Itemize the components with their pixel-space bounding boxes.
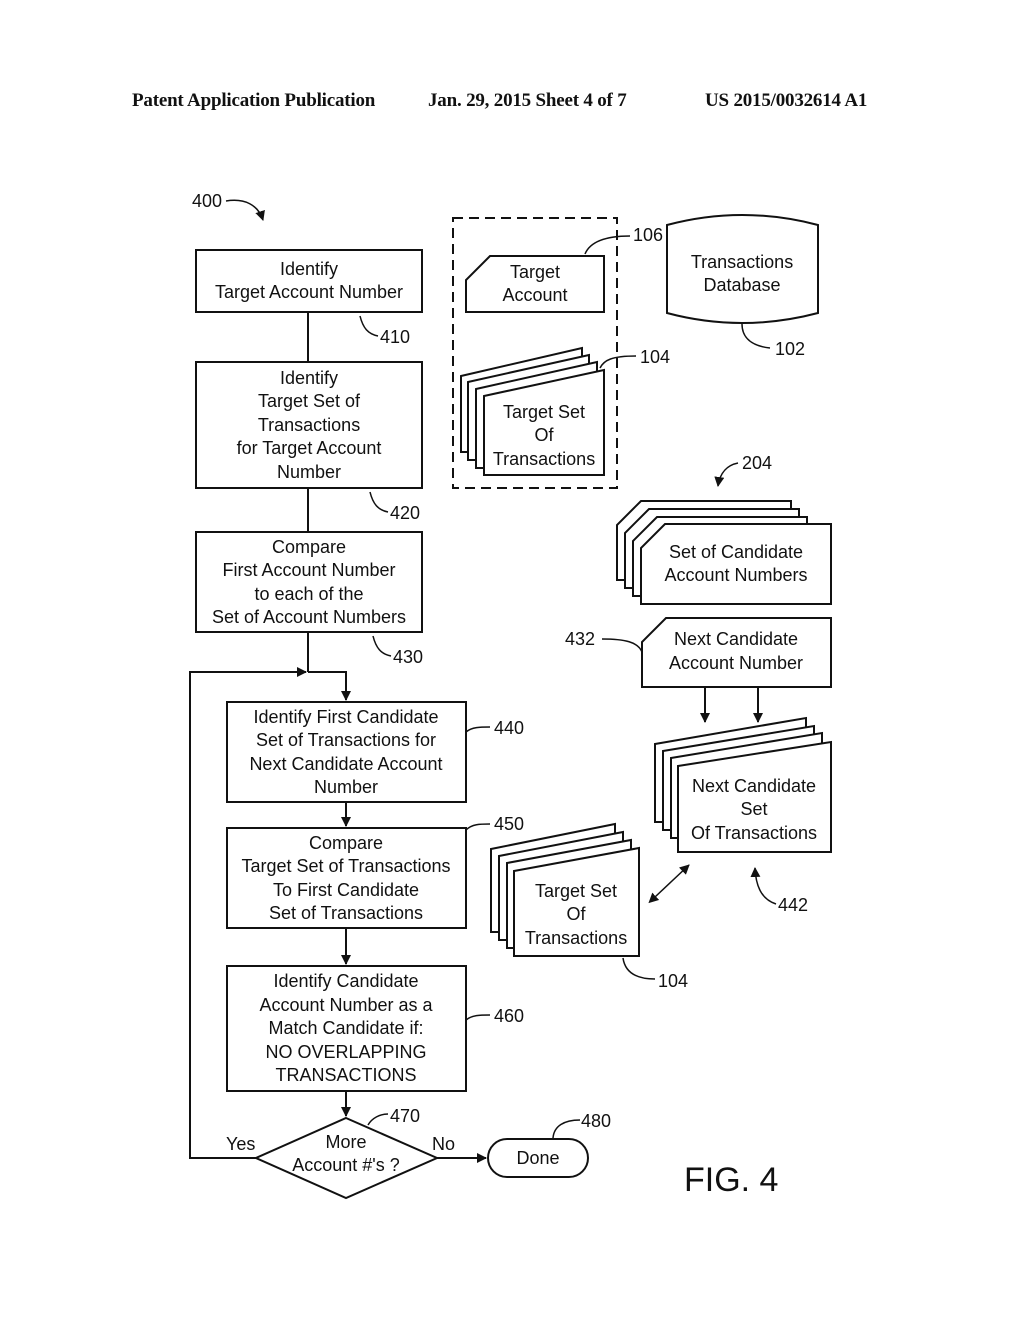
- next-candidate-account-line-1: Next Candidate: [674, 629, 798, 649]
- step-460-line-5: TRANSACTIONS: [275, 1065, 416, 1085]
- target-set-bottom-line-3: Transactions: [525, 928, 627, 948]
- compare-double-arrow: [648, 864, 690, 904]
- terminal-480-done: Done: [487, 1138, 589, 1178]
- next-candidate-set-line-2: Set: [740, 799, 767, 819]
- step-440-line-1: Identify First Candidate: [253, 707, 438, 727]
- database-line-2: Database: [703, 275, 780, 295]
- step-460-line-2: Account Number as a: [259, 995, 433, 1015]
- ref-442: 442: [778, 895, 808, 915]
- next-candidate-set-line-3: Of Transactions: [691, 823, 817, 843]
- candidate-accounts-line-2: Account Numbers: [664, 565, 807, 585]
- yes-label: Yes: [226, 1134, 255, 1154]
- ref-104-bottom: 104: [658, 971, 688, 991]
- ref-450: 450: [494, 814, 524, 834]
- step-420-line-4: for Target Account: [237, 438, 382, 458]
- step-430-line-1: Compare: [272, 537, 346, 557]
- ref-440: 440: [494, 718, 524, 738]
- target-account-line-1: Target: [510, 262, 560, 282]
- step-440-line-4: Number: [314, 777, 378, 797]
- ref-400: 400: [192, 191, 222, 211]
- next-candidate-set-transactions: Next Candidate Set Of Transactions: [654, 716, 832, 853]
- ref-480: 480: [581, 1111, 611, 1131]
- target-set-top-line-1: Target Set: [503, 402, 585, 422]
- step-430-line-4: Set of Account Numbers: [212, 607, 406, 627]
- ref-470: 470: [390, 1106, 420, 1126]
- step-410-box: Identify Target Account Number: [195, 249, 423, 313]
- step-410-line-2: Target Account Number: [215, 282, 403, 302]
- step-420-line-5: Number: [277, 462, 341, 482]
- figure-label: FIG. 4: [684, 1161, 778, 1199]
- done-label: Done: [516, 1148, 559, 1168]
- step-430-box: Compare First Account Number to each of …: [195, 531, 423, 633]
- step-460-line-3: Match Candidate if:: [268, 1018, 423, 1038]
- step-420-line-1: Identify: [280, 368, 338, 388]
- ref-460: 460: [494, 1006, 524, 1026]
- ref-104-top: 104: [640, 347, 670, 367]
- ref-410: 410: [380, 327, 410, 347]
- step-450-line-3: To First Candidate: [273, 880, 419, 900]
- step-440-line-3: Next Candidate Account: [249, 754, 442, 774]
- step-440-box: Identify First Candidate Set of Transact…: [226, 701, 467, 803]
- transactions-database: Transactions Database: [666, 214, 819, 324]
- target-set-bottom-line-1: Target Set: [535, 881, 617, 901]
- candidate-accounts-line-1: Set of Candidate: [669, 542, 803, 562]
- step-440-line-2: Set of Transactions for: [256, 730, 436, 750]
- step-430-line-3: to each of the: [254, 584, 363, 604]
- no-label: No: [432, 1134, 455, 1154]
- ref-432: 432: [565, 629, 595, 649]
- ref-400-arrow: [225, 199, 265, 221]
- ref-204: 204: [742, 453, 772, 473]
- next-candidate-account-line-2: Account Number: [669, 653, 803, 673]
- ref-420: 420: [390, 503, 420, 523]
- decision-line-2: Account #'s ?: [292, 1155, 400, 1175]
- step-450-line-2: Target Set of Transactions: [241, 856, 450, 876]
- target-set-transactions-top: Target Set Of Transactions: [460, 346, 605, 476]
- target-set-transactions-bottom: Target Set Of Transactions: [490, 822, 640, 957]
- ref-102: 102: [775, 339, 805, 359]
- target-account-line-2: Account: [502, 285, 567, 305]
- target-set-top-line-3: Transactions: [493, 449, 595, 469]
- ref-430: 430: [393, 647, 423, 667]
- step-430-line-2: First Account Number: [222, 560, 395, 580]
- step-410-line-1: Identify: [280, 259, 338, 279]
- flowchart-diagram: 400 Identify Target Account Number 410 I…: [189, 191, 832, 1200]
- step-420-box: Identify Target Set of Transactions for …: [195, 361, 423, 489]
- ref-106: 106: [633, 225, 663, 245]
- step-420-line-3: Transactions: [258, 415, 360, 435]
- connector-to-440: [308, 671, 351, 701]
- step-460-line-4: NO OVERLAPPING: [265, 1042, 426, 1062]
- decision-470-diamond: More Account #'s ?: [253, 1116, 440, 1200]
- target-account-card: Target Account: [465, 255, 605, 313]
- step-460-line-1: Identify Candidate: [273, 971, 418, 991]
- decision-line-1: More: [325, 1132, 366, 1152]
- next-candidate-set-line-1: Next Candidate: [692, 776, 816, 796]
- step-460-box: Identify Candidate Account Number as a M…: [226, 965, 467, 1092]
- step-450-line-4: Set of Transactions: [269, 903, 423, 923]
- next-candidate-account-card: Next Candidate Account Number: [641, 617, 832, 688]
- step-450-box: Compare Target Set of Transactions To Fi…: [226, 827, 467, 929]
- step-420-line-2: Target Set of: [258, 391, 361, 411]
- candidate-account-numbers-stack: Set of Candidate Account Numbers: [616, 500, 832, 605]
- step-450-line-1: Compare: [309, 833, 383, 853]
- target-set-top-line-2: Of: [534, 425, 554, 445]
- target-set-bottom-line-2: Of: [566, 904, 586, 924]
- database-line-1: Transactions: [691, 252, 793, 272]
